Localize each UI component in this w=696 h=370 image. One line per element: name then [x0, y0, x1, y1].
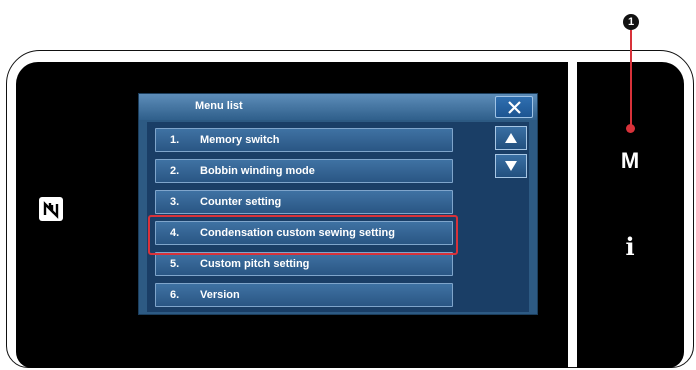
menu-item-number: 1.	[170, 134, 180, 146]
menu-item-label: Bobbin winding mode	[200, 165, 315, 177]
menu-item-bobbin-winding[interactable]: 2. Bobbin winding mode	[155, 159, 453, 183]
menu-item-label: Custom pitch setting	[200, 258, 310, 270]
scroll-up-button[interactable]	[495, 126, 527, 150]
window-title: Menu list	[195, 100, 243, 112]
nfc-icon	[38, 196, 64, 222]
menu-item-label: Memory switch	[200, 134, 280, 146]
menu-list-window: Menu list 1. Memory switch 2. Bobbin win…	[138, 93, 538, 315]
title-bar: Menu list	[139, 94, 537, 120]
menu-item-custom-pitch[interactable]: 5. Custom pitch setting	[155, 252, 453, 276]
arrow-up-icon	[505, 133, 517, 143]
scroll-down-button[interactable]	[495, 154, 527, 178]
menu-item-number: 2.	[170, 165, 180, 177]
menu-item-label: Version	[200, 289, 240, 301]
menu-item-label: Counter setting	[200, 196, 282, 208]
callout-number: 1	[623, 14, 639, 30]
menu-item-number: 6.	[170, 289, 180, 301]
m-key-button[interactable]: M	[610, 148, 650, 174]
callout-pointer	[626, 124, 635, 133]
close-button[interactable]	[495, 96, 533, 118]
menu-item-memory-switch[interactable]: 1. Memory switch	[155, 128, 453, 152]
selection-highlight	[148, 215, 458, 255]
menu-item-number: 3.	[170, 196, 180, 208]
callout-line	[630, 30, 632, 126]
arrow-down-icon	[505, 161, 517, 171]
info-key-button[interactable]: i	[610, 232, 650, 261]
menu-item-version[interactable]: 6. Version	[155, 283, 453, 307]
close-icon	[508, 101, 521, 114]
menu-item-number: 5.	[170, 258, 180, 270]
menu-item-counter-setting[interactable]: 3. Counter setting	[155, 190, 453, 214]
